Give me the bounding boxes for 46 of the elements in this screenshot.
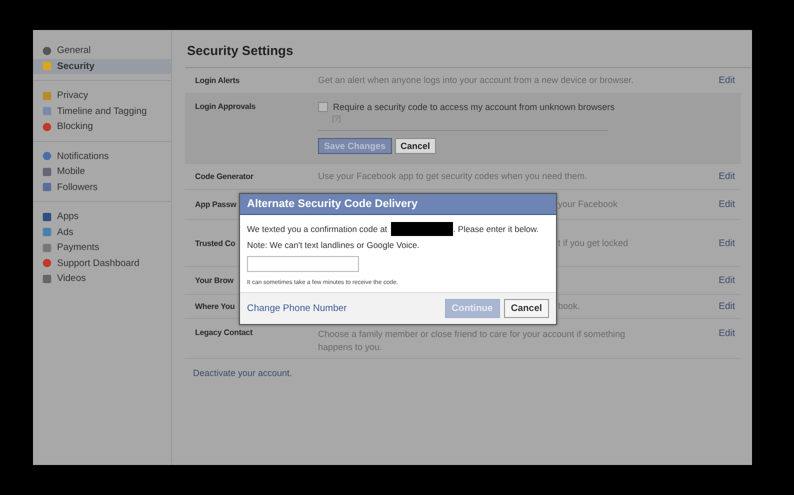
setting-description: your Facebook <box>558 198 618 211</box>
cancel-button[interactable]: Cancel <box>504 299 549 318</box>
setting-description: Use your Facebook app to get security codes when you need them. <box>318 170 588 183</box>
setting-label: Your Brow <box>195 276 234 285</box>
code-input-field[interactable] <box>247 256 359 272</box>
edit-link[interactable]: Edit <box>718 199 735 210</box>
setting-description: t if you get locked <box>558 236 628 250</box>
setting-label: Login Approvals <box>195 102 256 111</box>
edit-link[interactable]: Edit <box>718 238 735 248</box>
option-label: Require a security code to access my account from unknown browsers <box>333 102 615 112</box>
message-text: . Please enter it below. <box>453 224 539 234</box>
sidebar-item[interactable]: Timeline and Tagging <box>33 104 171 119</box>
edit-link[interactable]: Edit <box>718 275 735 286</box>
setting-description: Choose a family member or close friend to care for your account if something happens to you. <box>318 328 626 354</box>
sidebar-item[interactable]: Apps <box>33 209 171 224</box>
deactivate-link[interactable]: Deactivate your account. <box>193 368 292 378</box>
sidebar-item[interactable]: Payments <box>33 240 171 256</box>
message-text: We texted you a confirmation code at <box>247 224 388 234</box>
setting-label: Legacy Contact <box>195 328 252 337</box>
setting-label: Trusted Co <box>195 238 236 248</box>
note-text: Note: We can't text landlines or Google Voice. <box>247 240 421 250</box>
setting-label: Login Alerts <box>195 76 240 85</box>
change-phone-link[interactable]: Change Phone Number <box>247 303 347 314</box>
sidebar-item[interactable]: Security <box>33 58 171 74</box>
sidebar-item[interactable]: General <box>33 43 171 58</box>
edit-link[interactable]: Edit <box>718 328 735 339</box>
sidebar-item[interactable]: Ads <box>33 224 171 240</box>
checkbox[interactable] <box>318 102 328 112</box>
setting-description: book. <box>558 300 580 313</box>
setting-label: App Passw <box>195 200 236 209</box>
dialog-title: Alternate Security Code Delivery <box>240 194 556 215</box>
setting-label: Code Generator <box>195 172 254 181</box>
edit-link[interactable]: Edit <box>718 75 735 86</box>
sidebar-item[interactable]: Notifications <box>33 148 171 164</box>
cancel-button[interactable]: Cancel <box>394 138 436 154</box>
sidebar-item[interactable]: Privacy <box>33 88 171 104</box>
sidebar-item[interactable]: Videos <box>33 271 171 286</box>
edit-link[interactable]: Edit <box>718 171 735 182</box>
setting-label: Where You <box>195 302 235 311</box>
edit-link[interactable]: Edit <box>718 301 735 312</box>
sidebar-item[interactable]: Support Dashboard <box>33 256 171 271</box>
sidebar-item[interactable]: Mobile <box>33 164 171 180</box>
setting-description: Get an alert when anyone logs into your account from a new device or browser. <box>318 74 635 87</box>
sidebar-item[interactable]: Blocking <box>33 119 171 134</box>
section-title: Security Settings <box>185 30 751 68</box>
sidebar-item[interactable]: Followers <box>33 180 171 195</box>
